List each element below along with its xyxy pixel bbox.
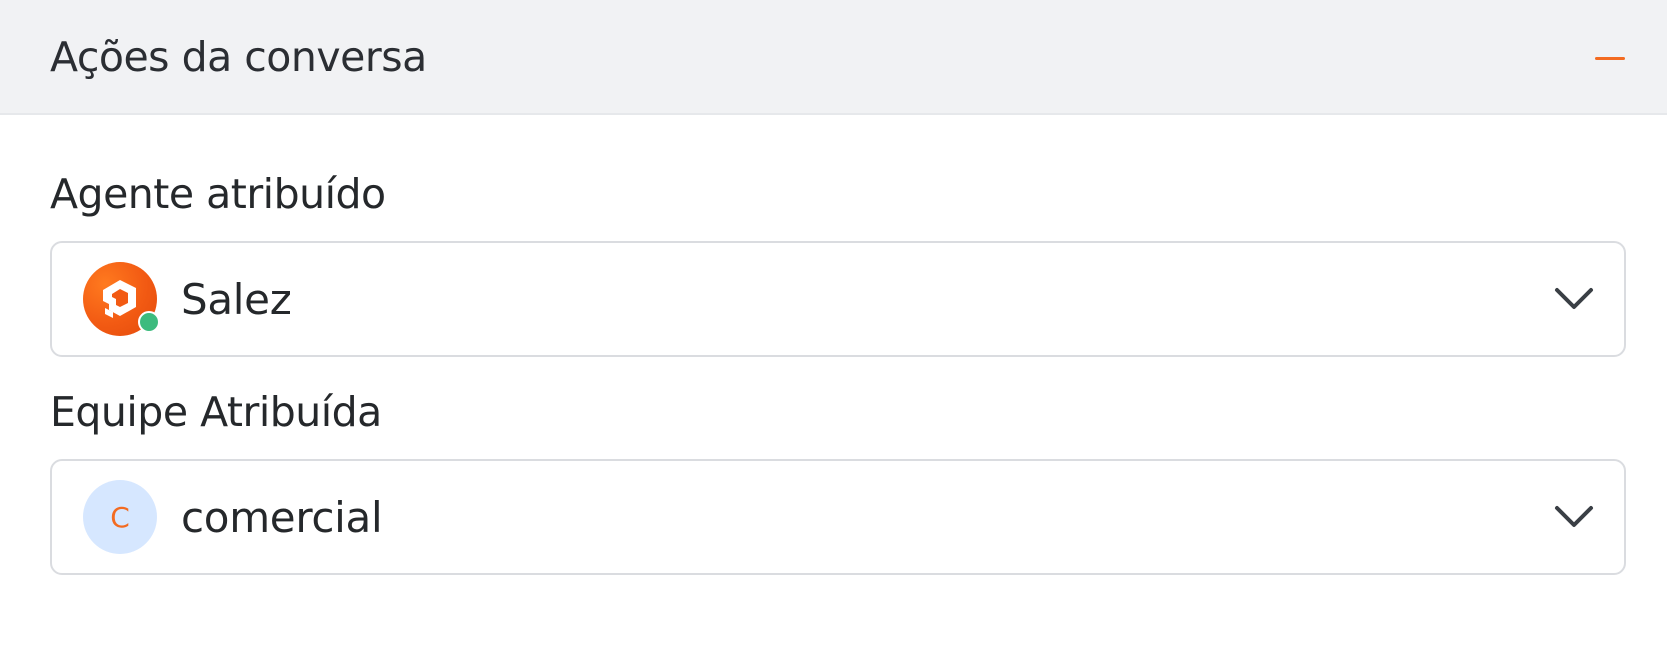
online-status-badge	[138, 311, 160, 333]
team-avatar: C	[83, 480, 157, 554]
panel-title: Ações da conversa	[50, 32, 427, 81]
chevron-down-icon[interactable]	[1554, 505, 1594, 529]
team-avatar-initial: C	[110, 500, 130, 534]
chevron-down-icon[interactable]	[1554, 287, 1594, 311]
assigned-team-label: Equipe Atribuída	[50, 388, 382, 436]
assigned-agent-select[interactable]: Salez	[50, 241, 1626, 357]
avatar	[83, 262, 160, 336]
assigned-agent-label: Agente atribuído	[50, 170, 386, 218]
assigned-team-select[interactable]: C comercial	[50, 459, 1626, 575]
assigned-agent-value: Salez	[181, 274, 292, 324]
salez-logo-icon	[103, 280, 136, 318]
minus-icon[interactable]	[1595, 57, 1625, 60]
assigned-team-value: comercial	[181, 492, 383, 542]
conversation-actions-panel: Ações da conversa Agente atribuído Salez…	[0, 0, 1667, 645]
panel-header[interactable]: Ações da conversa	[0, 0, 1667, 115]
